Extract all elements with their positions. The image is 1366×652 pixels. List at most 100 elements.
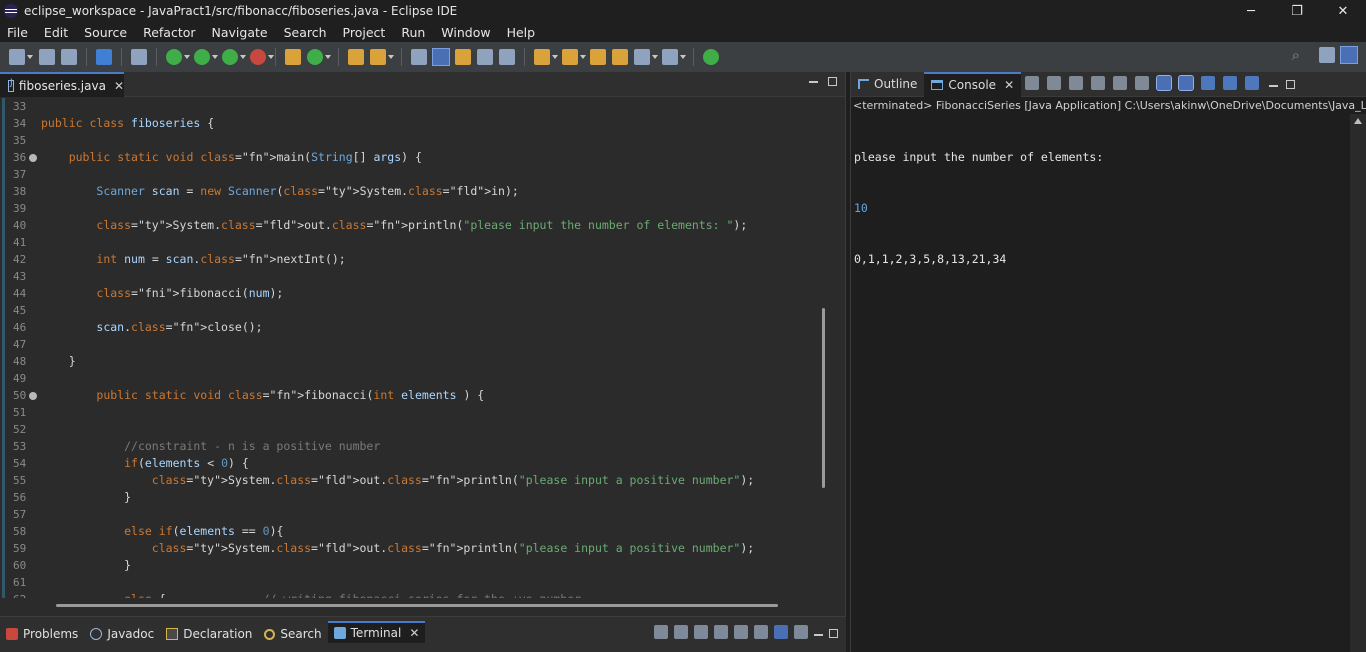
clear-console-icon[interactable] <box>1091 76 1105 90</box>
disconnect-icon[interactable] <box>674 625 688 639</box>
tab-outline[interactable]: Outline <box>851 72 924 97</box>
search-toolbar-icon[interactable] <box>411 49 427 65</box>
maximize-icon[interactable] <box>828 77 837 86</box>
maximize-icon[interactable] <box>829 628 838 638</box>
tab-problems[interactable]: Problems <box>0 623 84 645</box>
debug-icon[interactable] <box>166 49 190 65</box>
minimize-icon[interactable] <box>814 634 823 636</box>
editor-horizontal-scrollbar[interactable] <box>40 598 816 612</box>
new-java-class-icon[interactable] <box>307 49 331 65</box>
save-all-icon[interactable] <box>61 49 77 65</box>
forward-edit-icon[interactable] <box>612 49 628 65</box>
show-console-stderr-icon[interactable] <box>1178 75 1194 91</box>
open-terminal-icon[interactable] <box>654 625 668 639</box>
forward-arrow-icon[interactable] <box>662 49 686 65</box>
menu-help[interactable]: Help <box>499 25 544 40</box>
code-line: 49 <box>0 370 816 387</box>
code-line: 41 <box>0 234 816 251</box>
editor-vertical-scrollbar[interactable] <box>816 98 830 598</box>
back-arrow-icon[interactable] <box>634 49 658 65</box>
display-selected-console-icon[interactable] <box>1223 76 1237 90</box>
toolbar-separator <box>121 48 122 66</box>
toggle-command-input-icon[interactable] <box>694 625 708 639</box>
menu-search[interactable]: Search <box>276 25 335 40</box>
scroll-thumb[interactable] <box>56 604 778 607</box>
open-task-icon[interactable] <box>370 49 394 65</box>
remove-launch-icon[interactable] <box>1047 76 1061 90</box>
minimize-icon[interactable] <box>1269 85 1278 87</box>
word-wrap-icon[interactable] <box>455 49 471 65</box>
show-whitespace-icon[interactable] <box>499 49 515 65</box>
minimize-button[interactable]: ─ <box>1228 0 1274 22</box>
skip-breakpoints-icon[interactable] <box>131 49 147 65</box>
menu-project[interactable]: Project <box>335 25 394 40</box>
code-line: 35 <box>0 132 816 149</box>
tab-terminal[interactable]: Terminal ✕ <box>327 621 426 643</box>
line-number: 40 <box>13 219 27 232</box>
new-icon[interactable] <box>9 49 33 65</box>
next-annotation-icon[interactable] <box>534 49 558 65</box>
console-output[interactable]: please input the number of elements: 10 … <box>851 115 1347 652</box>
scroll-lock-icon[interactable] <box>714 625 728 639</box>
fold-toggle-icon[interactable] <box>29 392 37 400</box>
tab-declaration[interactable]: Declaration <box>160 623 258 645</box>
console-line: 0,1,1,2,3,5,8,13,21,34 <box>854 252 1007 266</box>
open-perspective-icon[interactable] <box>1319 47 1335 63</box>
menu-file[interactable]: File <box>0 25 36 40</box>
open-console-icon[interactable] <box>1245 76 1259 90</box>
console-tab-bar: Outline Console ✕ <box>851 71 1366 97</box>
paste-icon[interactable] <box>774 625 788 639</box>
last-edit-location-icon[interactable] <box>590 49 606 65</box>
menu-edit[interactable]: Edit <box>36 25 76 40</box>
pin-editor-icon[interactable] <box>703 49 719 65</box>
tab-console[interactable]: Console ✕ <box>924 71 1022 97</box>
copy-icon[interactable] <box>754 625 768 639</box>
code-line: 61 <box>0 574 816 591</box>
open-type-icon[interactable] <box>348 49 364 65</box>
close-icon[interactable]: ✕ <box>114 79 124 93</box>
mark-occurrences-icon[interactable] <box>432 48 450 66</box>
close-icon[interactable]: ✕ <box>409 626 419 640</box>
console-toolbar <box>1021 75 1295 91</box>
code-text: Scanner scan = new Scanner(class="ty">Sy… <box>96 184 519 198</box>
menu-refactor[interactable]: Refactor <box>135 25 203 40</box>
code-editor[interactable]: 33 34 public class fiboseries {35 36 public… <box>0 98 816 598</box>
tab-search[interactable]: Search <box>258 623 327 645</box>
new-java-package-icon[interactable] <box>285 49 301 65</box>
remove-all-terminated-icon[interactable] <box>1069 76 1083 90</box>
close-button[interactable]: ✕ <box>1320 0 1366 22</box>
minimize-icon[interactable] <box>809 81 818 83</box>
menu-run[interactable]: Run <box>393 25 433 40</box>
menu-navigate[interactable]: Navigate <box>204 25 276 40</box>
pin-console-icon[interactable] <box>1201 76 1215 90</box>
search-icon[interactable]: ⌕ <box>1292 46 1300 64</box>
problems-icon <box>6 628 18 640</box>
scroll-thumb[interactable] <box>822 308 825 488</box>
clear-terminal-icon[interactable] <box>794 625 808 639</box>
fold-toggle-icon[interactable] <box>29 154 37 162</box>
scroll-up-arrow-icon[interactable] <box>1354 118 1362 124</box>
menu-source[interactable]: Source <box>76 25 135 40</box>
tab-fiboseries-java[interactable]: fiboseries.java ✕ <box>0 72 124 97</box>
coverage-icon[interactable] <box>222 49 246 65</box>
tab-javadoc[interactable]: Javadoc <box>84 623 160 645</box>
external-tools-icon[interactable] <box>250 49 274 65</box>
previous-annotation-icon[interactable] <box>562 49 586 65</box>
block-selection-icon[interactable] <box>477 49 493 65</box>
maximize-icon[interactable] <box>1286 79 1295 89</box>
terminate-icon[interactable] <box>1025 76 1039 90</box>
java-perspective-icon[interactable] <box>1340 46 1358 64</box>
terminal-icon[interactable] <box>96 49 112 65</box>
save-icon[interactable] <box>39 49 55 65</box>
scroll-lock-icon[interactable] <box>1113 76 1127 90</box>
show-console-stdout-icon[interactable] <box>1156 75 1172 91</box>
restore-button[interactable]: ❐ <box>1274 0 1320 22</box>
word-wrap-icon[interactable] <box>1135 76 1149 90</box>
run-icon[interactable] <box>194 49 218 65</box>
code-line: 39 <box>0 200 816 217</box>
rename-terminal-icon[interactable] <box>734 625 748 639</box>
menu-window[interactable]: Window <box>433 25 498 40</box>
close-icon[interactable]: ✕ <box>1004 78 1014 92</box>
console-vertical-scrollbar[interactable] <box>1350 114 1366 652</box>
line-number: 57 <box>13 508 27 521</box>
